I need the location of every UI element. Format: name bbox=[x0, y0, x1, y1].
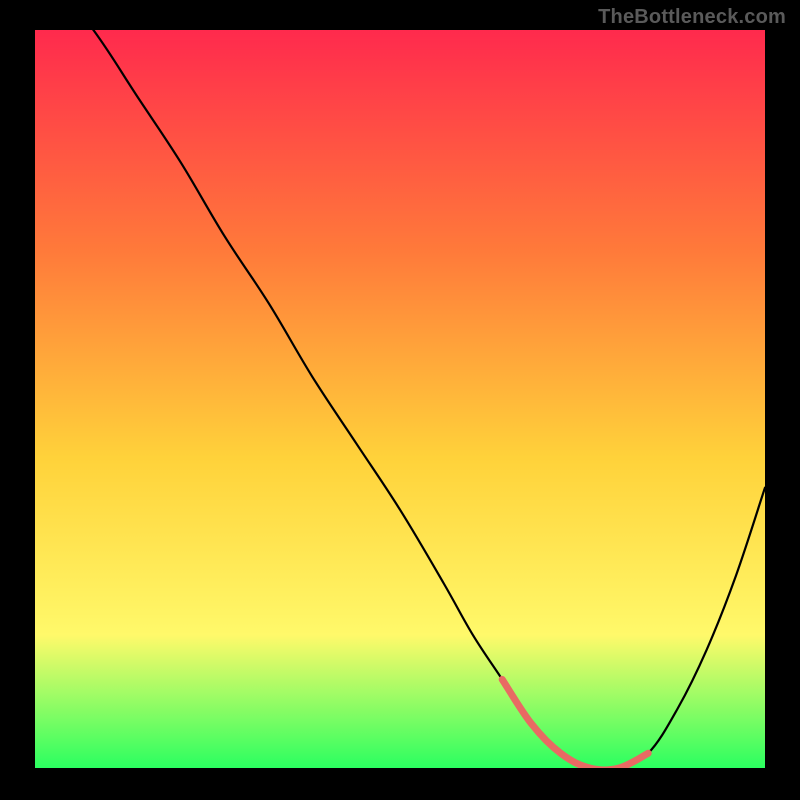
gradient-plot-area bbox=[35, 30, 765, 768]
bottleneck-chart bbox=[0, 0, 800, 800]
watermark-text: TheBottleneck.com bbox=[598, 6, 786, 29]
chart-stage: TheBottleneck.com bbox=[0, 0, 800, 800]
